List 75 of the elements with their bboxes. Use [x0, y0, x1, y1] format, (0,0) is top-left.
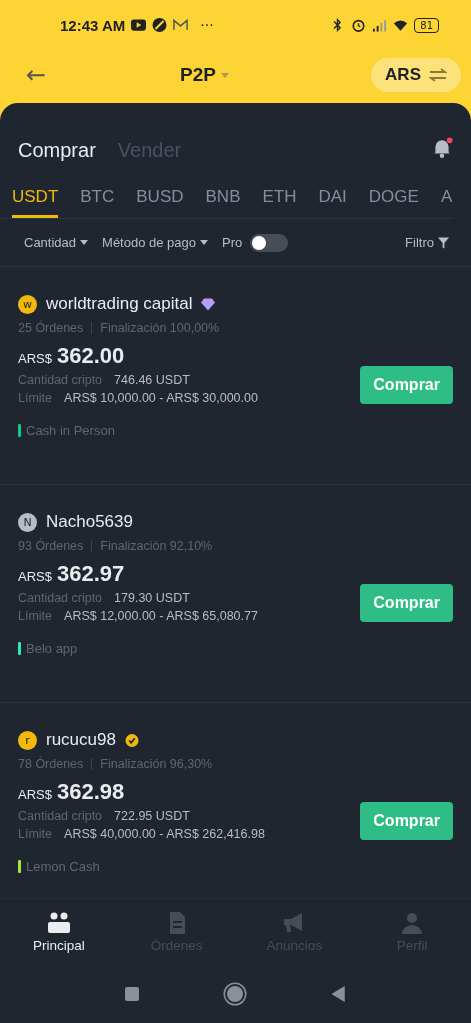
completion-rate: Finalización 92,10% — [100, 539, 213, 553]
video-icon — [131, 18, 147, 32]
verified-badge-icon — [124, 733, 139, 747]
person-icon — [400, 911, 425, 934]
completion-rate: Finalización 96,30% — [100, 757, 213, 771]
swap-arrows-icon — [429, 68, 447, 82]
buy-button[interactable]: Comprar — [360, 366, 453, 404]
limit-value: ARS$ 10,000.00 - ARS$ 30,000.00 — [64, 391, 258, 405]
notification-bell-icon[interactable] — [431, 137, 453, 159]
limit-label: Límite — [18, 827, 53, 841]
merchant-name[interactable]: rucucu98 — [46, 730, 116, 750]
price-currency: ARS$ — [18, 569, 52, 584]
amount-label: Cantidad cripto — [18, 373, 103, 387]
signal-icon — [372, 18, 388, 32]
caret-icon — [200, 240, 208, 245]
buy-button[interactable]: Comprar — [360, 584, 453, 622]
coin-tab[interactable]: A — [440, 181, 453, 218]
coin-tab[interactable]: BTC — [80, 181, 115, 218]
filter-icon — [438, 236, 449, 249]
currency-switch-button[interactable]: ARS — [371, 58, 461, 92]
alarm-icon — [351, 18, 367, 32]
limit-value: ARS$ 40,000.00 - ARS$ 262,416.98 — [64, 827, 265, 841]
merchant-name[interactable]: worldtrading capital — [46, 294, 193, 314]
merchant-avatar: N — [18, 512, 37, 532]
home-button[interactable] — [227, 986, 243, 1002]
amount-value: 722.95 USDT — [114, 809, 190, 823]
more-notifications: ··· — [200, 17, 214, 33]
diamond-badge-icon — [201, 297, 216, 311]
limit-label: Límite — [18, 391, 53, 405]
amount-value: 179.30 USDT — [114, 591, 190, 605]
coin-tab[interactable]: BNB — [205, 181, 241, 218]
payment-method: Cash in Person — [26, 423, 115, 438]
wifi-icon — [393, 18, 409, 32]
p2p-dropdown[interactable]: P2P — [180, 64, 372, 86]
back-nav-button[interactable] — [331, 986, 346, 1002]
payment-method: Lemon Cash — [26, 859, 100, 874]
back-button[interactable]: ← — [22, 61, 50, 89]
app-icon — [152, 18, 168, 32]
coin-tab[interactable]: DAI — [318, 181, 347, 218]
orders-count: 93 Órdenes — [18, 539, 84, 553]
amount-label: Cantidad cripto — [18, 809, 103, 823]
orders-count: 25 Órdenes — [18, 321, 84, 335]
price-currency: ARS$ — [18, 787, 52, 802]
coin-tab[interactable]: BUSD — [136, 181, 184, 218]
payment-method-filter[interactable]: Método de pago — [102, 235, 208, 250]
battery-icon: 81 — [414, 17, 439, 33]
merchant-name[interactable]: Nacho5639 — [46, 512, 133, 532]
merchant-avatar: r — [18, 730, 37, 750]
buy-sell-tab[interactable]: Comprar — [18, 138, 96, 162]
amount-label: Cantidad cripto — [18, 591, 103, 605]
pro-toggle[interactable] — [250, 233, 289, 252]
amount-value: 746.46 USDT — [114, 373, 190, 387]
price-currency: ARS$ — [18, 351, 52, 366]
payment-method: Belo app — [26, 641, 78, 656]
nav-tab[interactable]: Principal — [0, 899, 118, 965]
coin-tab[interactable]: USDT — [12, 181, 59, 218]
orders-count: 78 Órdenes — [18, 757, 84, 771]
pro-label: Pro — [222, 235, 243, 250]
caret-icon — [80, 240, 89, 245]
price: 362.97 — [56, 561, 125, 587]
merchant-avatar: w — [18, 294, 37, 314]
amount-filter[interactable]: Cantidad — [24, 235, 89, 250]
home-icon — [46, 911, 71, 934]
caret-icon — [220, 73, 229, 79]
price: 362.00 — [56, 343, 125, 369]
completion-rate: Finalización 100,00% — [100, 321, 220, 335]
limit-label: Límite — [18, 609, 53, 623]
price: 362.98 — [56, 779, 125, 805]
coin-tab[interactable]: DOGE — [368, 181, 419, 218]
limit-value: ARS$ 12,000.00 - ARS$ 65,080.77 — [64, 609, 258, 623]
buy-button[interactable]: Comprar — [360, 802, 453, 840]
status-time: 12:43 AM — [60, 16, 126, 34]
filter-button[interactable]: Filtro — [405, 235, 449, 250]
mail-icon — [173, 18, 189, 32]
coin-tab[interactable]: ETH — [262, 181, 297, 218]
